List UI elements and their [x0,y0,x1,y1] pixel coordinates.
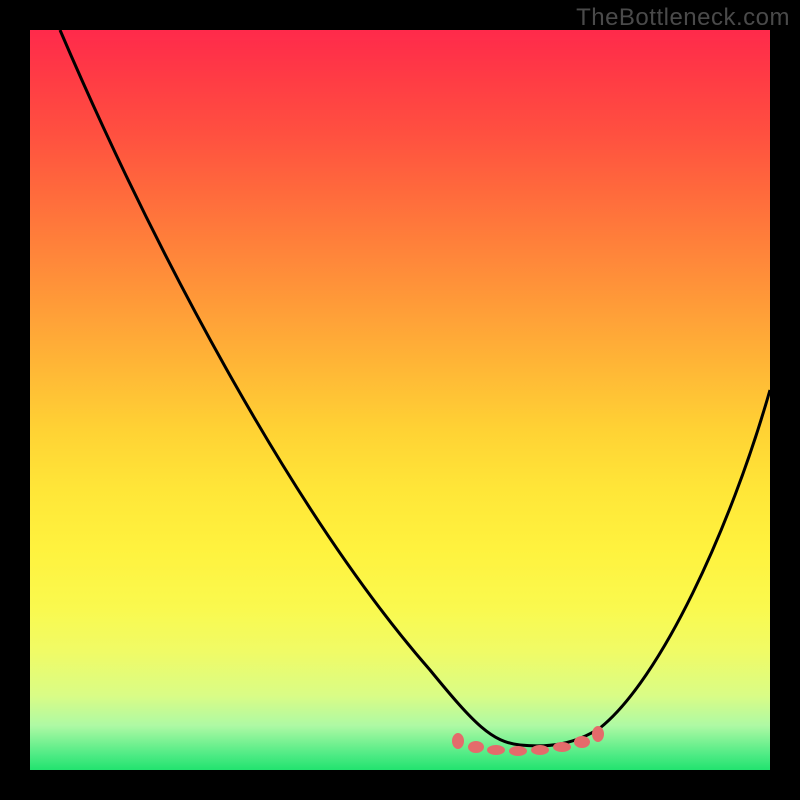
dash-dot [487,745,505,755]
dash-dot [592,726,604,742]
dash-dot [574,736,590,748]
chart-frame: TheBottleneck.com [0,0,800,800]
watermark-text: TheBottleneck.com [576,4,790,32]
optimal-dash-group [452,726,604,756]
plot-area [30,30,770,770]
dash-dot [468,741,484,753]
dash-dot [452,733,464,749]
bottleneck-curve [30,30,770,770]
dash-dot [553,742,571,752]
dash-dot [509,746,527,756]
dash-dot [531,745,549,755]
bottleneck-curve-path [60,30,770,746]
